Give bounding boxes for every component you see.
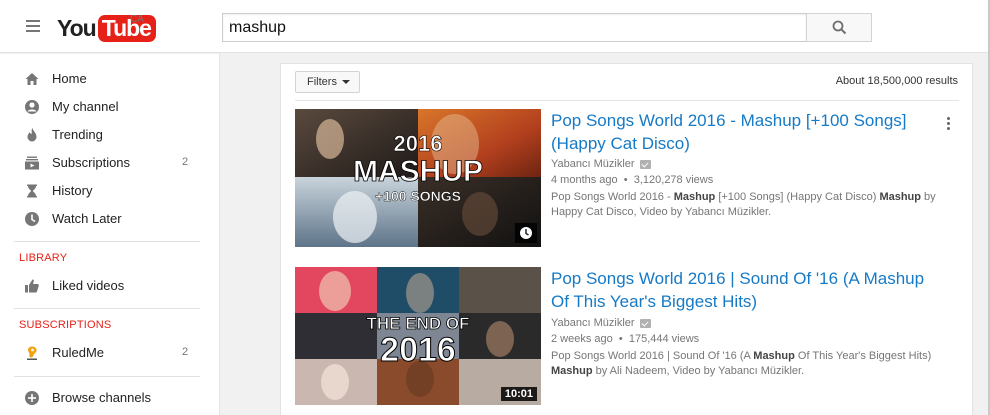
logo-country-code: CA: [130, 14, 144, 25]
video-description: Pop Songs World 2016 - Mashup [+100 Song…: [551, 190, 951, 220]
view-count: 3,120,278 views: [633, 174, 714, 186]
thumbnail-text-mashup: MASHUP: [353, 155, 483, 188]
sidebar-item-subscriptions[interactable]: Subscriptions 2: [0, 149, 220, 177]
desc-highlight: Mashup: [673, 191, 716, 203]
sidebar-item-label: Home: [52, 71, 87, 86]
sidebar-item-liked-videos[interactable]: Liked videos: [0, 272, 220, 300]
desc-text: Pop Songs World 2016 -: [551, 191, 674, 203]
sidebar-item-label: Watch Later: [52, 211, 122, 226]
sidebar-item-label: Browse channels: [52, 390, 151, 405]
sidebar-item-label: My channel: [52, 99, 119, 114]
clock-icon: [25, 212, 39, 226]
desc-text: [+100 Songs] (Happy Cat Disco): [715, 191, 880, 203]
sidebar-divider: [14, 308, 200, 309]
search-icon: [832, 20, 846, 35]
guide-sidebar: Home My channel Trending Subscriptions 2…: [0, 54, 220, 415]
desc-highlight: Mashup: [551, 365, 593, 377]
subscriptions-count: 2: [182, 156, 189, 168]
video-title-link[interactable]: Pop Songs World 2016 - Mashup [+100 Song…: [551, 109, 931, 155]
desc-text: Of This Year's Biggest Hits): [794, 350, 932, 362]
flame-icon: [27, 128, 37, 142]
thumbnail-text-2016: 2016: [380, 331, 456, 369]
upload-age: 4 months ago: [551, 174, 618, 186]
home-icon: [25, 73, 39, 85]
thumbnail-image: 2016 MASHUP +100 SONGS: [295, 109, 541, 247]
channel-name: Yabancı Müzikler: [551, 158, 635, 170]
desc-text: by Ali Nadeem, Video by Yabancı Müzikler…: [592, 365, 805, 377]
sidebar-item-trending[interactable]: Trending: [0, 121, 220, 149]
masthead: You Tube CA: [0, 0, 990, 53]
sidebar-item-ruledme[interactable]: RuledMe 2: [0, 339, 220, 367]
sidebar-item-label: Liked videos: [52, 278, 125, 293]
results-divider: [295, 100, 959, 101]
filters-button[interactable]: Filters: [295, 71, 360, 93]
results-count: About 18,500,000 results: [835, 75, 958, 87]
person-icon: [25, 100, 39, 114]
video-meta: 4 months ago • 3,120,278 views: [551, 174, 714, 186]
channel-link[interactable]: Yabancı Müzikler: [551, 158, 651, 170]
video-result-2: THE END OF 2016 10:01 Pop Songs World 20…: [295, 267, 959, 407]
clock-icon: [520, 227, 532, 239]
video-duration: 10:01: [500, 387, 537, 401]
video-result-1: 2016 MASHUP +100 SONGS Pop Songs World 2…: [295, 109, 959, 249]
desc-highlight: Mashup: [879, 191, 921, 203]
ruledme-channel-avatar: [24, 345, 40, 361]
sidebar-item-label: Subscriptions: [52, 155, 131, 170]
caret-down-icon: [341, 80, 350, 84]
sidebar-item-label: History: [52, 183, 93, 198]
search-box[interactable]: [222, 13, 806, 42]
more-actions-icon[interactable]: [945, 117, 951, 133]
subscriptions-section-title: SUBSCRIPTIONS: [19, 319, 112, 331]
sidebar-item-label: RuledMe: [52, 345, 105, 360]
watch-later-button[interactable]: [515, 223, 537, 243]
ruledme-count: 2: [182, 346, 189, 358]
sidebar-item-browse-channels[interactable]: Browse channels: [0, 384, 220, 412]
video-title-link[interactable]: Pop Songs World 2016 | Sound Of '16 (A M…: [551, 267, 931, 313]
upload-age: 2 weeks ago: [551, 333, 613, 345]
video-meta: 2 weeks ago • 175,444 views: [551, 333, 700, 345]
thumbs-up-icon: [25, 279, 39, 293]
filters-label: Filters: [307, 76, 337, 88]
guide-menu-icon[interactable]: [26, 20, 40, 32]
sidebar-divider: [14, 376, 200, 377]
hourglass-icon: [27, 184, 37, 198]
logo-you-text: You: [57, 14, 97, 41]
thumbnail-text-year: 2016: [394, 131, 443, 156]
search-input[interactable]: [223, 14, 806, 41]
thumbnail-image: THE END OF 2016: [295, 267, 541, 405]
desc-text: Pop Songs World 2016 | Sound Of '16 (A: [551, 350, 754, 362]
sidebar-item-my-channel[interactable]: My channel: [0, 93, 220, 121]
video-thumbnail[interactable]: 2016 MASHUP +100 SONGS: [295, 109, 541, 247]
sidebar-item-label: Trending: [52, 127, 103, 142]
channel-link[interactable]: Yabancı Müzikler: [551, 317, 651, 329]
search-results: Filters About 18,500,000 results 2016 MA…: [280, 63, 973, 415]
view-count: 175,444 views: [628, 333, 700, 345]
channel-name: Yabancı Müzikler: [551, 317, 635, 329]
sidebar-divider: [14, 241, 200, 242]
video-thumbnail[interactable]: THE END OF 2016 10:01: [295, 267, 541, 405]
sidebar-item-home[interactable]: Home: [0, 65, 220, 93]
search-button[interactable]: [806, 13, 872, 42]
sidebar-item-history[interactable]: History: [0, 177, 220, 205]
thumbnail-text-songs: +100 SONGS: [375, 188, 461, 204]
subscriptions-icon: [25, 156, 39, 170]
library-section-title: LIBRARY: [19, 252, 68, 264]
video-description: Pop Songs World 2016 | Sound Of '16 (A M…: [551, 349, 951, 379]
desc-highlight: Mashup: [753, 350, 795, 362]
logo-tube-text: Tube: [97, 14, 156, 42]
verified-icon: [639, 318, 651, 328]
verified-icon: [639, 159, 651, 169]
add-circle-icon: [25, 391, 39, 405]
sidebar-item-watch-later[interactable]: Watch Later: [0, 205, 220, 233]
